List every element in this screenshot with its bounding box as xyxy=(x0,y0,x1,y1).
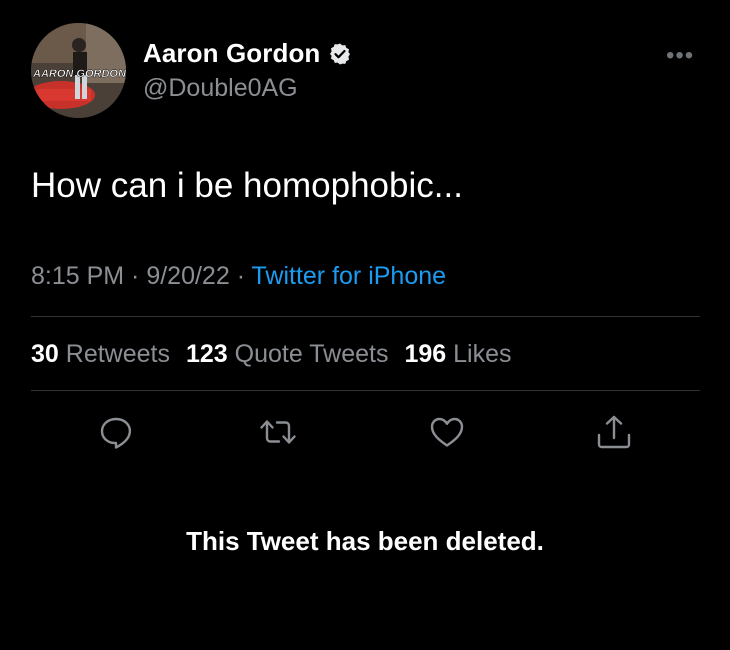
deleted-notice: This Tweet has been deleted. xyxy=(186,526,544,556)
verified-badge-icon xyxy=(328,42,352,66)
like-button[interactable] xyxy=(427,412,467,452)
reply-icon xyxy=(100,417,132,449)
more-options-icon[interactable]: ••• xyxy=(666,42,694,70)
tweet-meta: 8:15 PM · 9/20/22 · Twitter for iPhone xyxy=(31,262,446,291)
tweet-time: 8:15 PM xyxy=(31,262,125,290)
avatar-image: AARON GORDON xyxy=(31,23,126,118)
stat-label: Likes xyxy=(453,340,512,368)
avatar-logo-text: AARON GORDON xyxy=(32,68,126,80)
stat-value: 196 xyxy=(404,340,447,368)
divider xyxy=(31,316,700,317)
stat-value: 123 xyxy=(185,340,228,368)
tweet-stats: 30 Retweets 123 Quote Tweets 196 Likes xyxy=(31,340,512,369)
retweet-button[interactable] xyxy=(258,412,298,452)
tweet-date: 9/20/22 xyxy=(146,262,230,290)
meta-separator: · xyxy=(124,262,147,290)
stat-label: Quote Tweets xyxy=(234,340,389,368)
likes-stat[interactable]: 196 Likes xyxy=(404,340,511,368)
avatar[interactable]: AARON GORDON xyxy=(31,23,126,118)
author-handle[interactable]: @Double0AG xyxy=(143,74,298,103)
author-name-row: Aaron Gordon xyxy=(143,38,352,69)
reply-button[interactable] xyxy=(96,412,136,452)
tweet-text: How can i be homophobic... xyxy=(31,166,463,205)
divider xyxy=(31,390,700,391)
tweet-source-link[interactable]: Twitter for iPhone xyxy=(252,262,447,290)
stat-value: 30 xyxy=(31,340,59,368)
meta-separator: · xyxy=(229,262,252,290)
share-icon xyxy=(597,415,631,449)
quote-tweets-stat[interactable]: 123 Quote Tweets xyxy=(186,340,388,368)
share-button[interactable] xyxy=(594,412,634,452)
author-name[interactable]: Aaron Gordon xyxy=(143,38,320,69)
stat-label: Retweets xyxy=(65,340,170,368)
like-icon xyxy=(430,417,464,447)
retweet-icon xyxy=(260,420,296,444)
retweets-stat[interactable]: 30 Retweets xyxy=(31,340,170,368)
